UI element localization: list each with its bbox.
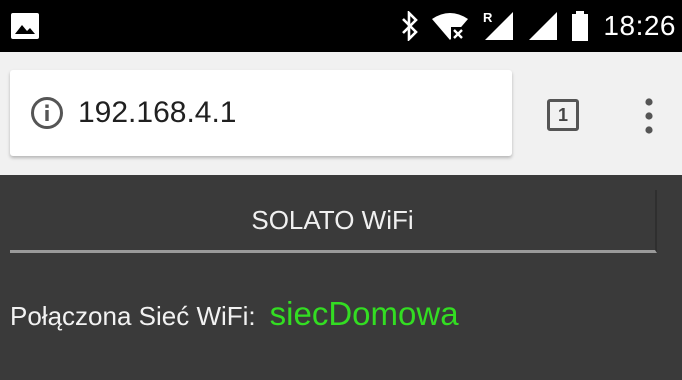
- wifi-status-row: Połączona Sieć WiFi: siecDomowa: [10, 295, 459, 333]
- page-header: SOLATO WiFi: [10, 190, 657, 253]
- info-icon[interactable]: [30, 96, 64, 130]
- wifi-label: Połączona Sieć WiFi:: [10, 301, 256, 331]
- tab-count: 1: [557, 104, 568, 125]
- page-title: SOLATO WiFi: [251, 204, 414, 235]
- status-bar: R 18:26: [0, 0, 682, 52]
- image-icon: [11, 13, 39, 39]
- wifi-no-internet-icon: [432, 13, 469, 41]
- wifi-network-name: siecDomowa: [269, 295, 459, 332]
- bluetooth-icon: [402, 11, 419, 41]
- url-text[interactable]: 192.168.4.1: [78, 96, 236, 130]
- page-content: SOLATO WiFi Połączona Sieć WiFi: siecDom…: [0, 175, 682, 380]
- roaming-signal-icon: R: [483, 10, 514, 40]
- status-clock: 18:26: [603, 10, 676, 41]
- address-bar[interactable]: 192.168.4.1: [10, 70, 512, 156]
- svg-text:R: R: [483, 10, 493, 25]
- signal-icon: [529, 12, 558, 40]
- overflow-menu-icon[interactable]: [641, 96, 657, 136]
- battery-icon: [572, 11, 589, 41]
- tab-switcher-button[interactable]: 1: [547, 99, 579, 131]
- browser-toolbar: 192.168.4.1 1: [0, 52, 682, 175]
